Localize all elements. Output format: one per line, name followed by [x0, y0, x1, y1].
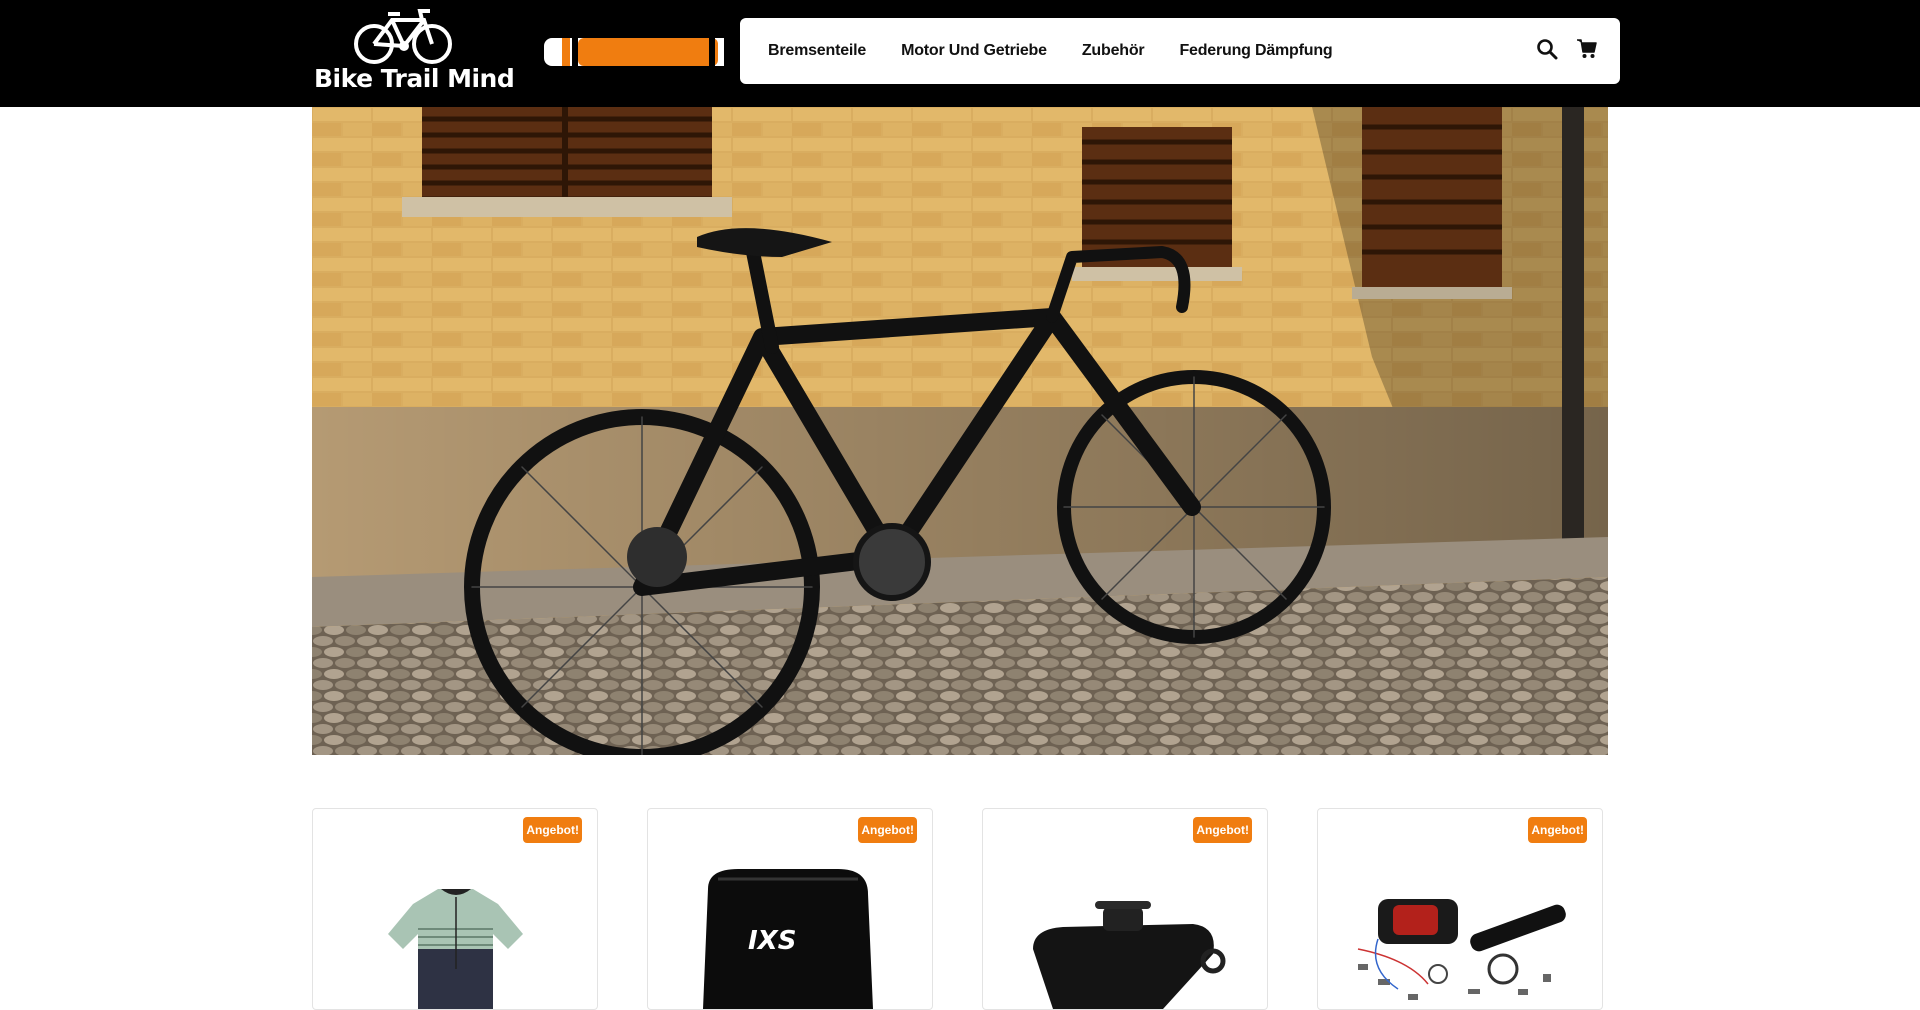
nav-item-federung-daempfung[interactable]: Federung Dämpfung: [1179, 42, 1332, 60]
product-image-saddle-bag: [1033, 901, 1226, 1009]
nav-item-motor-getriebe[interactable]: Motor Und Getriebe: [901, 42, 1047, 60]
site-logo[interactable]: Bike Trail Mind: [314, 8, 515, 96]
product-image-jersey: [388, 889, 523, 1009]
product-card[interactable]: Angebot!: [982, 808, 1268, 1010]
header-decoration: [544, 32, 744, 72]
site-header: Bike Trail Mind Bremsenteile Motor Und G…: [0, 0, 1920, 107]
product-card[interactable]: Angebot!: [312, 808, 598, 1010]
cart-icon[interactable]: [1576, 38, 1598, 60]
sale-badge: Angebot!: [1528, 817, 1587, 843]
nav-item-zubehoer[interactable]: Zubehör: [1082, 42, 1145, 60]
hero-image: [312, 107, 1608, 755]
sale-badge: Angebot!: [858, 817, 917, 843]
sale-badge: Angebot!: [1193, 817, 1252, 843]
bicycle-icon: [354, 9, 452, 64]
svg-text:IXS: IXS: [748, 926, 796, 956]
sale-badge: Angebot!: [523, 817, 582, 843]
nav-item-bremsenteile[interactable]: Bremsenteile: [768, 42, 866, 60]
brand-name: Bike Trail Mind: [314, 64, 515, 93]
product-image-bike-bag: IXS: [703, 869, 873, 1009]
search-icon[interactable]: [1536, 38, 1558, 60]
product-card[interactable]: Angebot! IXS: [647, 808, 933, 1010]
main-navigation: Bremsenteile Motor Und Getriebe Zubehör …: [740, 18, 1620, 84]
product-image-motor-kit: [1357, 899, 1566, 1000]
product-card[interactable]: Angebot!: [1317, 808, 1603, 1010]
